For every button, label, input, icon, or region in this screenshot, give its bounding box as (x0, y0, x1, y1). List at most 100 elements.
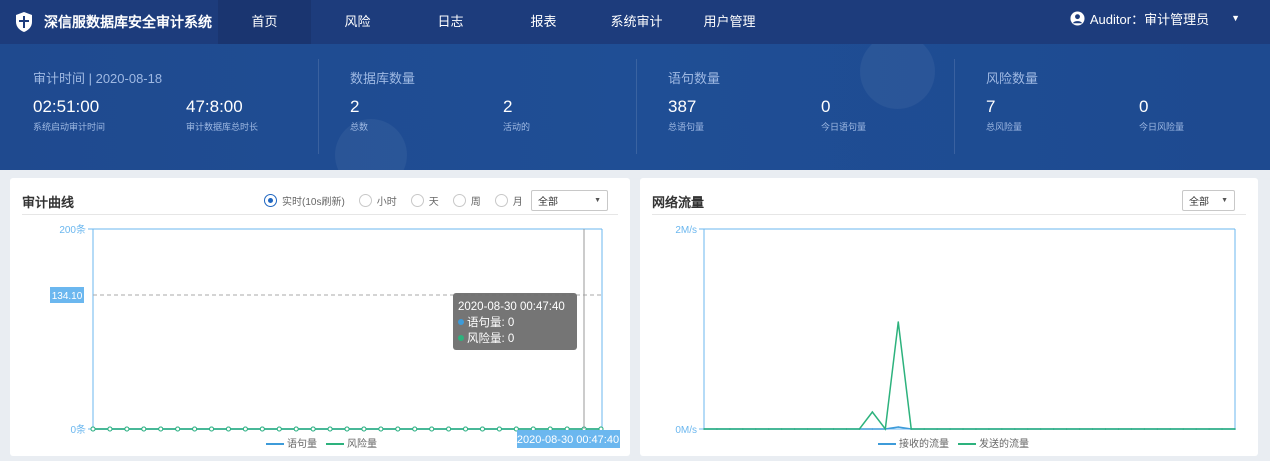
nav-logs[interactable]: 日志 (404, 0, 497, 44)
data-point (107, 426, 113, 432)
legend-statement-label: 语句量 (287, 437, 317, 450)
axis-pointer-label: 2020-08-30 00:47:40 (517, 434, 619, 446)
nav-reports[interactable]: 报表 (497, 0, 590, 44)
data-point (1143, 428, 1146, 430)
nav-risk[interactable]: 风险 (311, 0, 404, 44)
data-point (936, 428, 938, 430)
data-point (897, 426, 900, 428)
legend-sent-label: 发送的流量 (979, 437, 1029, 450)
tooltip-time: 2020-08-30 00:47:40 (458, 301, 565, 313)
data-point (124, 426, 130, 432)
data-point (819, 428, 822, 430)
database-total-value: 2 (350, 97, 360, 116)
data-point (871, 428, 874, 430)
data-point (1130, 428, 1133, 430)
data-point (871, 411, 874, 413)
stats-banner: 审计时间 | 2020-08-18 02:51:00 系统启动审计时间 47:8… (0, 44, 1270, 170)
chart-tooltip: 2020-08-30 00:47:40 语句量: 0 风险量: 0 (453, 293, 577, 350)
user-menu[interactable]: Auditor：审计管理员 ▼ (1070, 0, 1240, 36)
nav-home[interactable]: 首页 (218, 0, 311, 44)
nav-user-management-label: 用户管理 (703, 14, 756, 29)
user-label: Auditor：审计管理员 (1089, 11, 1210, 27)
data-point (767, 428, 770, 430)
data-point (141, 426, 147, 432)
data-point (1104, 428, 1107, 430)
data-point (742, 428, 744, 430)
app-title: 深信服数据库安全审计系统 (44, 14, 212, 30)
data-point (910, 428, 913, 430)
network-traffic-panel: 网络流量 全部 ▼ 2M/s 0M/s 接收的流量 发送的流量 (640, 178, 1258, 456)
nav-user-management[interactable]: 用户管理 (683, 0, 776, 44)
statement-count-group: 语句数量 387 总语句量 0 今日语句量 (636, 44, 954, 170)
data-point (988, 428, 990, 430)
data-point (1065, 428, 1068, 430)
y-tick-label: 0条 (70, 423, 86, 436)
nav-system-audit-label: 系统审计 (610, 14, 663, 29)
data-point (209, 426, 215, 432)
audit-legend: 语句量 风险量 (266, 437, 377, 450)
data-point (412, 426, 418, 432)
tooltip-statement: 语句量: 0 (467, 316, 514, 329)
user-avatar-icon (1070, 10, 1085, 26)
risk-count-group: 风险数量 7 总风险量 0 今日风险量 (954, 44, 1270, 170)
audit-curve-panel: 审计曲线 实时(10s刷新) 小时 天 周 月 全部 ▼ 200条 0条 134.… (10, 178, 630, 456)
tooltip-statement-dot (458, 319, 464, 325)
data-point (729, 428, 731, 430)
top-navbar: 深信服数据库安全审计系统 首页 风险 日志 报表 系统审计 用户管理 Audit… (0, 0, 1270, 44)
data-point (923, 428, 925, 430)
data-point (1208, 428, 1210, 430)
data-point (806, 428, 809, 430)
y-tick-label: 200条 (59, 223, 86, 236)
data-point (463, 426, 469, 432)
nav-system-audit[interactable]: 系统审计 (590, 0, 683, 44)
data-point (1052, 428, 1055, 430)
data-point (242, 426, 248, 432)
data-point (1001, 428, 1003, 430)
audit-duration-label: 审计数据库总时长 (186, 122, 259, 132)
statement-total-label: 总语句量 (668, 122, 705, 132)
nav-logs-label: 日志 (437, 14, 464, 29)
audit-time-group: 审计时间 | 2020-08-18 02:51:00 系统启动审计时间 47:8… (0, 44, 318, 170)
y-tick-label: 2M/s (675, 225, 697, 236)
brand[interactable]: 深信服数据库安全审计系统 (0, 0, 218, 44)
database-count-title: 数据库数量 (350, 71, 416, 86)
data-point (1078, 428, 1081, 430)
data-point (395, 426, 401, 432)
data-point (1182, 428, 1184, 430)
nav-reports-label: 报表 (530, 14, 557, 29)
chevron-down-icon: ▼ (1231, 13, 1240, 23)
data-point (378, 426, 384, 432)
database-total-label: 总数 (350, 122, 369, 132)
data-point (832, 428, 835, 430)
data-point (327, 426, 333, 432)
data-point (344, 426, 350, 432)
data-point (361, 426, 367, 432)
risk-today-label: 今日风险量 (1139, 122, 1185, 132)
data-point (293, 426, 299, 432)
network-legend: 接收的流量 发送的流量 (878, 437, 1029, 450)
data-point (259, 426, 265, 432)
tooltip-risk: 风险量: 0 (467, 331, 514, 345)
risk-total-value: 7 (986, 97, 996, 116)
audit-start-label: 系统启动审计时间 (33, 122, 106, 132)
data-point (1169, 428, 1172, 430)
data-point (949, 428, 951, 430)
database-active-value: 2 (503, 97, 513, 116)
legend-received-label: 接收的流量 (899, 437, 949, 450)
data-point (975, 428, 977, 430)
data-point (780, 428, 783, 430)
data-point (884, 428, 887, 430)
data-point (158, 426, 164, 432)
statement-today-value: 0 (821, 97, 831, 116)
shield-logo-icon (16, 12, 32, 32)
data-point (446, 426, 452, 432)
data-point (845, 428, 848, 430)
data-point (755, 428, 757, 430)
data-point (897, 321, 900, 323)
audit-start-value: 02:51:00 (33, 97, 100, 116)
nav-home-label: 首页 (251, 14, 278, 29)
data-point (1221, 428, 1223, 430)
data-point (858, 428, 861, 430)
audit-time-title: 审计时间 | 2020-08-18 (33, 71, 163, 86)
network-chart: 2M/s 0M/s 接收的流量 发送的流量 (675, 225, 1236, 450)
